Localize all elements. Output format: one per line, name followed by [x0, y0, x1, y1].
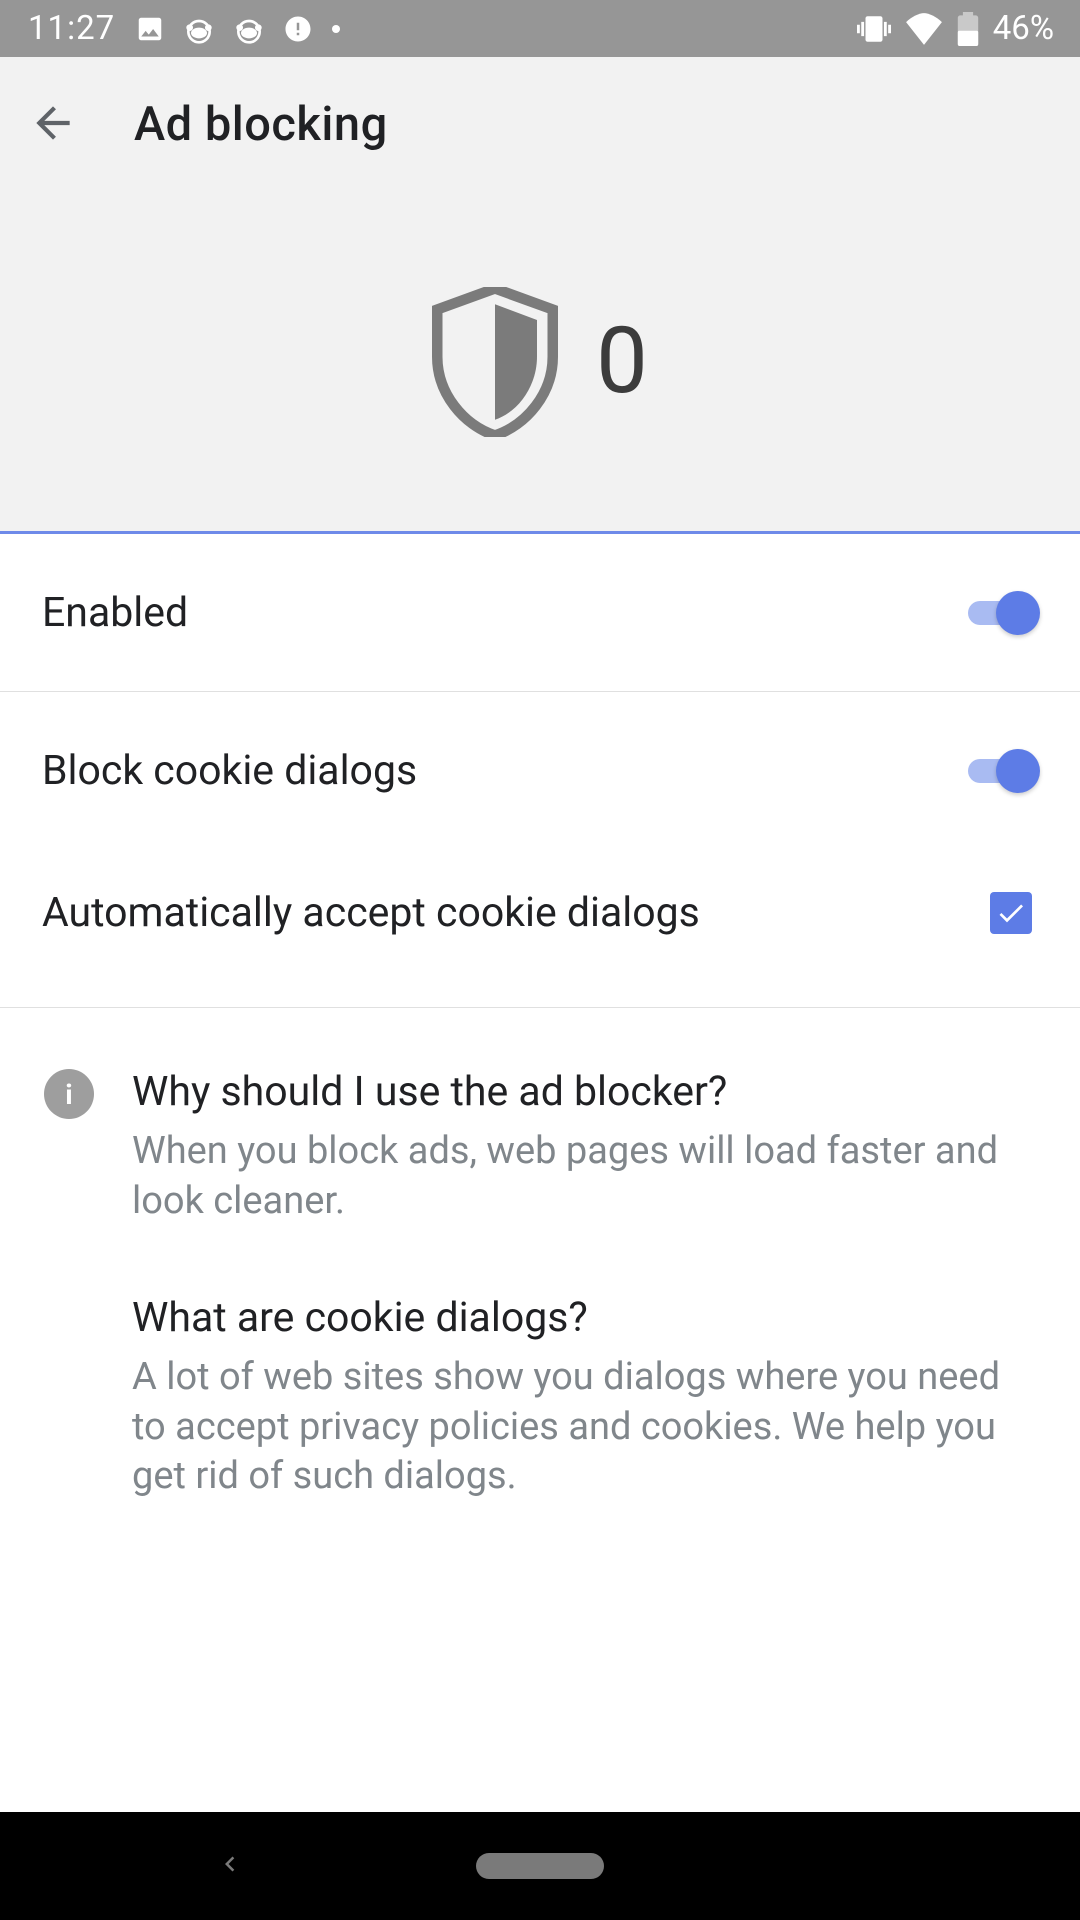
- battery-percent: 46%: [993, 9, 1054, 48]
- setting-enabled[interactable]: Enabled: [0, 534, 1080, 691]
- status-bar-right: 46%: [857, 9, 1054, 48]
- status-time: 11:27: [28, 9, 115, 48]
- info-item-cookie-dialogs: What are cookie dialogs? A lot of web si…: [44, 1292, 1040, 1501]
- setting-auto-accept[interactable]: Automatically accept cookie dialogs: [0, 849, 1080, 977]
- auto-accept-checkbox[interactable]: [990, 892, 1032, 934]
- blocked-count: 0: [596, 308, 648, 415]
- header-area: Ad blocking 0: [0, 57, 1080, 534]
- hero: 0: [0, 192, 1080, 531]
- info-body: When you block ads, web pages will load …: [132, 1127, 1040, 1226]
- settings-group-enabled: Enabled: [0, 534, 1080, 692]
- wifi-icon: [905, 13, 943, 45]
- photo-icon: [135, 14, 165, 44]
- setting-label: Enabled: [42, 589, 188, 637]
- enabled-switch[interactable]: [968, 588, 1040, 638]
- reddit-icon: [233, 13, 265, 45]
- chevron-left-icon: [215, 1849, 245, 1879]
- battery-icon: [957, 12, 979, 46]
- vibrate-icon: [857, 12, 891, 46]
- reddit-icon: [183, 13, 215, 45]
- shield-icon: [432, 287, 558, 437]
- setting-label: Automatically accept cookie dialogs: [42, 889, 700, 937]
- block-cookie-switch[interactable]: [968, 746, 1040, 796]
- back-button[interactable]: [28, 98, 78, 152]
- page-title: Ad blocking: [134, 97, 388, 152]
- setting-block-cookie[interactable]: Block cookie dialogs: [0, 692, 1080, 849]
- info-icon: i: [44, 1069, 94, 1119]
- info-heading: Why should I use the ad blocker?: [132, 1066, 1040, 1119]
- settings-group-cookie: Block cookie dialogs Automatically accep…: [0, 692, 1080, 1008]
- info-item-ad-blocker: i Why should I use the ad blocker? When …: [44, 1066, 1040, 1226]
- info-heading: What are cookie dialogs?: [132, 1292, 1040, 1345]
- arrow-back-icon: [28, 98, 78, 148]
- info-section: i Why should I use the ad blocker? When …: [0, 1008, 1080, 1502]
- app-bar: Ad blocking: [0, 57, 1080, 192]
- status-bar: 11:27 46%: [0, 0, 1080, 57]
- check-icon: [995, 897, 1027, 929]
- nav-home-pill[interactable]: [476, 1853, 604, 1879]
- nav-back-button[interactable]: [215, 1849, 245, 1883]
- info-body: A lot of web sites show you dialogs wher…: [132, 1353, 1040, 1501]
- error-icon: [283, 14, 313, 44]
- status-icons-left: [135, 13, 341, 45]
- status-bar-left: 11:27: [28, 9, 341, 48]
- dot-icon: [331, 24, 341, 34]
- nav-bar: [0, 1812, 1080, 1920]
- setting-label: Block cookie dialogs: [42, 747, 417, 795]
